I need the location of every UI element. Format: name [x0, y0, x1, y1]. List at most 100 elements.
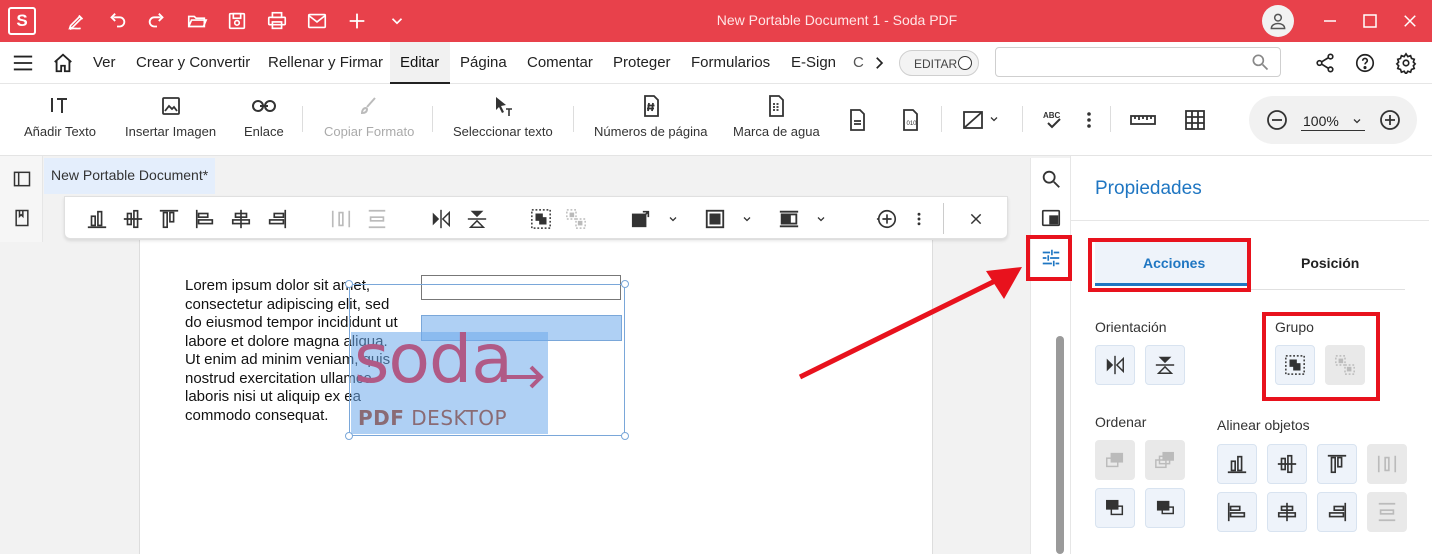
panels-icon[interactable]: [12, 169, 32, 189]
align-right-icon[interactable]: [266, 208, 288, 230]
align-middle-icon[interactable]: [122, 208, 144, 230]
ruler-icon[interactable]: [1130, 108, 1156, 132]
menu-bar: Ver Crear y Convertir Rellenar y Firmar Edi…: [0, 42, 1432, 84]
align-bottom-icon[interactable]: [86, 208, 108, 230]
search-icon[interactable]: [1250, 52, 1270, 72]
spellcheck-icon[interactable]: ABC: [1042, 108, 1066, 132]
vertical-scrollbar[interactable]: [1056, 336, 1064, 554]
border-style-icon[interactable]: [704, 208, 726, 230]
replace-image-icon[interactable]: [630, 208, 652, 230]
user-avatar[interactable]: [1262, 5, 1294, 37]
page-numbers-button[interactable]: Números de página: [594, 94, 707, 139]
align-top-icon[interactable]: [158, 208, 180, 230]
align-bottom-button[interactable]: [1217, 444, 1257, 484]
menu-item-formularios[interactable]: Formularios: [691, 54, 770, 71]
object-more-options-icon[interactable]: [908, 208, 930, 230]
insert-image-button[interactable]: Insertar Imagen: [125, 94, 216, 139]
print-icon[interactable]: [262, 6, 292, 36]
send-backward-button[interactable]: [1095, 488, 1135, 528]
document-tab[interactable]: New Portable Document*: [44, 158, 215, 194]
mail-icon[interactable]: [302, 6, 332, 36]
flip-horizontal-button[interactable]: [1095, 345, 1135, 385]
bates-numbering-icon[interactable]: 010: [898, 108, 922, 132]
border-chevron-icon[interactable]: [736, 208, 758, 230]
redact-chevron-icon[interactable]: [988, 113, 1000, 125]
distribute-horizontal-button[interactable]: [1367, 444, 1407, 484]
menu-item-c[interactable]: C: [853, 54, 864, 71]
edit-toggle-label: EDITAR: [914, 57, 958, 71]
grid-icon[interactable]: [1183, 108, 1207, 132]
undo-icon[interactable]: [102, 6, 132, 36]
zoom-in-icon[interactable]: [1378, 108, 1402, 132]
menu-item-crear-y-convertir[interactable]: Crear y Convertir: [136, 54, 250, 71]
bring-forward-button[interactable]: [1095, 440, 1135, 480]
close-icon[interactable]: [1395, 6, 1425, 36]
align-left-icon[interactable]: [194, 208, 216, 230]
align-center-icon[interactable]: [230, 208, 252, 230]
open-folder-icon[interactable]: [182, 6, 212, 36]
home-icon[interactable]: [52, 52, 74, 74]
add-circle-icon[interactable]: [876, 208, 898, 230]
align-center-button[interactable]: [1267, 492, 1307, 532]
align-top-button[interactable]: [1317, 444, 1357, 484]
flip-vertical-icon[interactable]: [466, 208, 488, 230]
share-icon[interactable]: [1314, 52, 1336, 74]
close-object-toolbar-icon[interactable]: [965, 208, 987, 230]
menu-item-rellenar-y-firmar[interactable]: Rellenar y Firmar: [268, 54, 383, 71]
resize-handle[interactable]: [621, 280, 629, 288]
save-icon[interactable]: [222, 6, 252, 36]
help-icon[interactable]: [1354, 52, 1376, 74]
arrange-icon[interactable]: [778, 208, 800, 230]
chevron-down-icon[interactable]: [382, 6, 412, 36]
copy-format-button[interactable]: Copiar Formato: [324, 94, 414, 139]
arrange-chevron-icon[interactable]: [810, 208, 832, 230]
selection-box[interactable]: [345, 280, 629, 440]
more-options-icon[interactable]: [1084, 110, 1094, 130]
flip-horizontal-icon[interactable]: [430, 208, 452, 230]
resize-handle[interactable]: [345, 432, 353, 440]
menu-item-e-sign[interactable]: E-Sign: [791, 54, 836, 71]
select-text-button[interactable]: Seleccionar texto: [453, 94, 553, 139]
group-icon[interactable]: [530, 208, 552, 230]
edit-mode-toggle[interactable]: EDITAR: [899, 50, 979, 76]
flip-vertical-button[interactable]: [1145, 345, 1185, 385]
hamburger-menu-icon[interactable]: [12, 53, 34, 73]
highlight-group-section: [1262, 312, 1380, 401]
watermark-icon: [769, 95, 785, 117]
align-right-button[interactable]: [1317, 492, 1357, 532]
replace-chevron-icon[interactable]: [662, 208, 684, 230]
window-panel-icon[interactable]: [1040, 207, 1062, 229]
annotation-arrow: [798, 267, 1022, 380]
find-icon[interactable]: [1040, 168, 1062, 190]
menu-item-editar[interactable]: Editar: [400, 54, 439, 71]
send-to-back-button[interactable]: [1145, 488, 1185, 528]
settings-gear-icon[interactable]: [1395, 52, 1417, 74]
watermark-button[interactable]: Marca de agua: [733, 94, 820, 139]
minimize-icon[interactable]: [1315, 6, 1345, 36]
new-plus-icon[interactable]: [342, 6, 372, 36]
bring-to-front-button[interactable]: [1145, 440, 1185, 480]
menu-item-proteger[interactable]: Proteger: [613, 54, 671, 71]
distribute-vertical-button[interactable]: [1367, 492, 1407, 532]
zoom-level-select[interactable]: 100%: [1301, 111, 1365, 131]
menu-more-chevron-icon[interactable]: [870, 54, 888, 72]
toggle-knob-icon: [958, 56, 972, 70]
zoom-out-icon[interactable]: [1265, 108, 1289, 132]
header-footer-icon[interactable]: [845, 108, 869, 132]
bookmark-page-icon[interactable]: [12, 208, 32, 228]
resize-handle[interactable]: [345, 280, 353, 288]
link-button[interactable]: Enlace: [244, 94, 284, 139]
menu-item-p-gina[interactable]: Página: [460, 54, 507, 71]
maximize-icon[interactable]: [1355, 6, 1385, 36]
redact-icon[interactable]: [961, 108, 987, 132]
redo-icon[interactable]: [142, 6, 172, 36]
sign-pen-icon[interactable]: [62, 6, 92, 36]
search-input[interactable]: [995, 47, 1281, 77]
add-text-button[interactable]: Añadir Texto: [24, 94, 96, 139]
resize-handle[interactable]: [621, 432, 629, 440]
menu-item-comentar[interactable]: Comentar: [527, 54, 593, 71]
menu-item-ver[interactable]: Ver: [93, 54, 116, 71]
tab-position[interactable]: Posición: [1301, 255, 1359, 271]
align-left-button[interactable]: [1217, 492, 1257, 532]
align-middle-button[interactable]: [1267, 444, 1307, 484]
